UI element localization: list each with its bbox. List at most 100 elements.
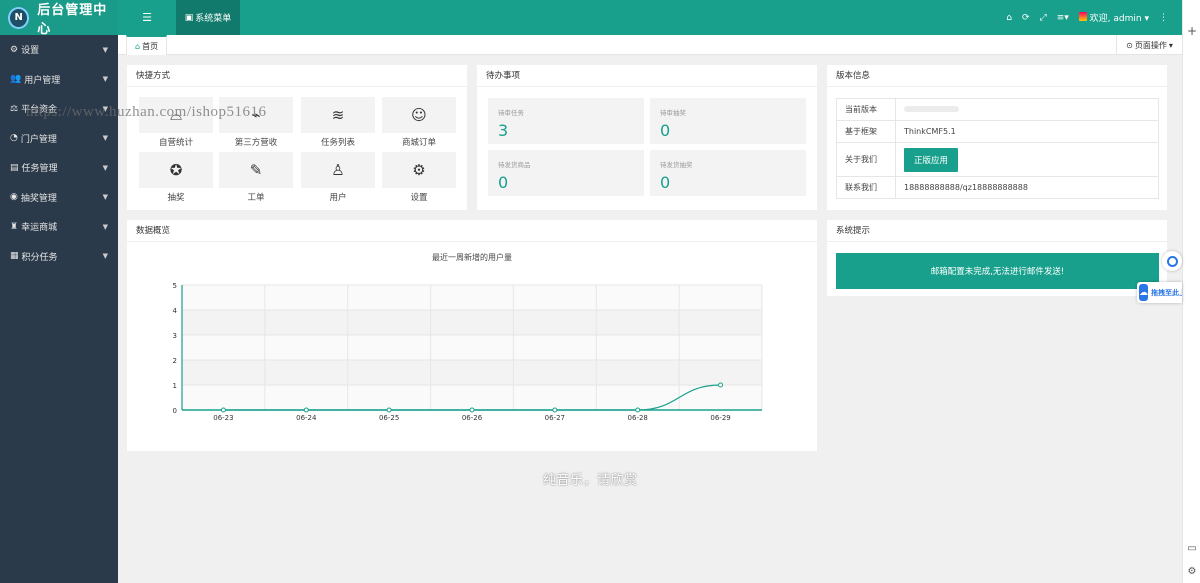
refresh-icon[interactable]: ⟳ <box>1022 13 1030 23</box>
sidebar-item-lucky-mall[interactable]: ♜ 幸运商城 ▼ <box>0 212 118 242</box>
caret-down-icon: ▼ <box>102 134 108 143</box>
shortcut-task-list[interactable]: ≋ 任务列表 <box>301 97 375 151</box>
user-menu[interactable]: 欢迎, admin ▾ <box>1078 11 1149 24</box>
sidebar-item-tasks[interactable]: ▤ 任务管理 ▼ <box>0 153 118 183</box>
todo-panel: 待办事项 待审任务 3 待审抽奖 0 待发货商品 0 待发货抽奖 0 <box>477 65 817 210</box>
grid-icon: ▦ <box>10 251 19 262</box>
shortcut-label: 设置 <box>410 193 428 203</box>
version-value: ThinkCMF5.1 <box>895 120 1159 143</box>
floating-drag-widget[interactable]: ☁ 拖拽至此上 <box>1137 282 1182 303</box>
todo-label: 待发货抽奖 <box>660 161 693 169</box>
x-tick-label: 06-25 <box>379 414 399 422</box>
top-header: N 后台管理中心 ☰ ▣ 系统菜单 ⌂ ⟳ ⤢ ≡▾ 欢迎, admin ▾ ⋮ <box>0 0 1182 37</box>
page-operations-button[interactable]: ⊙ 页面操作 ▾ <box>1116 35 1182 55</box>
sidebar-item-lottery[interactable]: ◉ 抽奖管理 ▼ <box>0 183 118 213</box>
home-icon[interactable]: ⌂ <box>1006 13 1012 23</box>
shortcut-label: 商城订单 <box>401 138 436 148</box>
system-menu-tab[interactable]: ▣ 系统菜单 <box>176 0 240 35</box>
shortcut-lottery[interactable]: ✪ 抽奖 <box>139 152 213 206</box>
right-rail: + ▭ ⚙ <box>1182 0 1200 583</box>
sidebar-item-settings[interactable]: ⚙ 设置 ▼ <box>0 35 118 65</box>
list-icon: ☰ <box>142 11 152 24</box>
x-tick-label: 06-29 <box>710 414 730 422</box>
gear-icon: ⚙ <box>382 152 456 188</box>
version-key: 关于我们 <box>836 142 896 177</box>
user-avatar-icon <box>1078 12 1087 21</box>
y-tick-label: 0 <box>173 407 177 415</box>
tasks-icon: ▤ <box>10 162 19 173</box>
fullscreen-icon[interactable]: ⤢ <box>1040 13 1047 23</box>
sidebar-item-users[interactable]: 👥 用户管理 ▼ <box>0 65 118 95</box>
caret-down-icon: ▼ <box>102 75 108 84</box>
quick-shortcuts-panel: 快捷方式 ⌓ 自营统计 ⌁ 第三方营收 ≋ 任务列表 ☺ 商城订单 ✪ 抽奖 ✎… <box>127 65 467 210</box>
plus-icon[interactable]: + <box>1183 24 1200 38</box>
circle-icon: ⊙ <box>1126 40 1133 50</box>
shortcut-tickets[interactable]: ✎ 工单 <box>219 152 293 206</box>
tab-home-label: 首页 <box>142 41 159 51</box>
tab-home[interactable]: ⌂ 首页 <box>126 35 168 55</box>
caret-down-icon: ▼ <box>102 222 108 231</box>
version-panel: 版本信息 当前版本 基于框架 ThinkCMF5.1 关于我们 正版应用 联系我… <box>827 65 1167 210</box>
grid-band <box>182 360 762 385</box>
todo-value: 0 <box>660 121 671 140</box>
todo-value: 0 <box>498 173 509 192</box>
y-tick-label: 2 <box>173 357 177 365</box>
layers-icon: ≋ <box>301 97 375 133</box>
version-value: 18888888888/qz18888888888 <box>895 176 1159 199</box>
users-icon: 👥 <box>10 74 22 85</box>
todo-pending-lottery[interactable]: 待审抽奖 0 <box>650 98 806 144</box>
genuine-app-button[interactable]: 正版应用 <box>904 147 959 172</box>
grid-band <box>182 310 762 335</box>
todo-pending-tasks[interactable]: 待审任务 3 <box>488 98 644 144</box>
sidebar-item-portal[interactable]: ◔ 门户管理 ▼ <box>0 124 118 154</box>
user-growth-chart: 0 1 2 3 4 5 06-23 06-24 06-25 06-26 06-27 06-28 06-2… <box>173 282 763 422</box>
shortcut-label: 工单 <box>247 193 265 203</box>
sidebar-item-label: 用户管理 <box>24 75 61 86</box>
x-tick-label: 06-27 <box>545 414 565 422</box>
data-point <box>718 382 724 388</box>
x-tick-label: 06-24 <box>296 414 317 422</box>
todo-label: 待审抽奖 <box>660 109 686 117</box>
system-notice-panel: 系统提示 邮箱配置未完成,无法进行邮件发送! <box>827 220 1167 296</box>
menu-list-icon[interactable]: ≡▾ <box>1057 13 1069 23</box>
watermark: https://www.huzhan.com/ishop51616 <box>26 104 267 120</box>
tab-bar: ⌂ 首页 ⊙ 页面操作 ▾ <box>118 35 1182 55</box>
version-table: 当前版本 基于框架 ThinkCMF5.1 关于我们 正版应用 联系我们 188… <box>836 98 1159 199</box>
version-key: 当前版本 <box>836 98 896 121</box>
version-key: 联系我们 <box>836 176 896 199</box>
todo-lottery-to-ship[interactable]: 待发货抽奖 0 <box>650 150 806 196</box>
drag-widget-label: 拖拽至此上 <box>1151 288 1182 297</box>
data-point <box>552 407 558 413</box>
todo-label: 待发货商品 <box>498 161 531 169</box>
sidebar-item-label: 任务管理 <box>21 164 58 175</box>
caret-down-icon: ▼ <box>102 45 108 54</box>
shortcut-settings[interactable]: ⚙ 设置 <box>382 152 456 206</box>
smile-icon: ☺ <box>382 97 456 133</box>
y-tick-label: 4 <box>173 307 178 315</box>
panel-title: 版本信息 <box>827 65 1167 87</box>
todo-value: 3 <box>498 121 509 140</box>
todo-goods-to-ship[interactable]: 待发货商品 0 <box>488 150 644 196</box>
overview-panel: 数据概览 最近一周新增的用户量 0 1 2 3 4 5 06-23 06-24 06-25 06-… <box>127 220 817 451</box>
gear-icon[interactable]: ⚙ <box>1183 566 1200 577</box>
version-key: 基于框架 <box>836 120 896 143</box>
page-ops-label: 页面操作 <box>1134 40 1167 50</box>
shortcut-users[interactable]: ♙ 用户 <box>301 152 375 206</box>
compass-icon: ✪ <box>139 152 213 188</box>
more-icon[interactable]: ⋮ <box>1159 13 1168 23</box>
sidebar-item-label: 积分任务 <box>21 252 58 263</box>
menu-toggle-button[interactable]: ☰ <box>118 0 176 35</box>
brand[interactable]: N 后台管理中心 <box>0 0 118 37</box>
shortcut-label: 任务列表 <box>320 138 355 148</box>
sidebar-item-points-tasks[interactable]: ▦ 积分任务 ▼ <box>0 242 118 272</box>
data-point <box>303 407 309 413</box>
header-actions: ⌂ ⟳ ⤢ ≡▾ 欢迎, admin ▾ ⋮ <box>1006 0 1168 35</box>
grid-band <box>182 385 762 410</box>
floating-assistant-button[interactable] <box>1162 251 1182 271</box>
panel-title: 系统提示 <box>827 220 1167 242</box>
shortcut-mall-orders[interactable]: ☺ 商城订单 <box>382 97 456 151</box>
cloud-icon: ☁ <box>1139 284 1148 301</box>
panel-title: 快捷方式 <box>127 65 467 87</box>
caret-down-icon: ▼ <box>102 252 108 261</box>
screen-icon[interactable]: ▭ <box>1183 543 1200 554</box>
